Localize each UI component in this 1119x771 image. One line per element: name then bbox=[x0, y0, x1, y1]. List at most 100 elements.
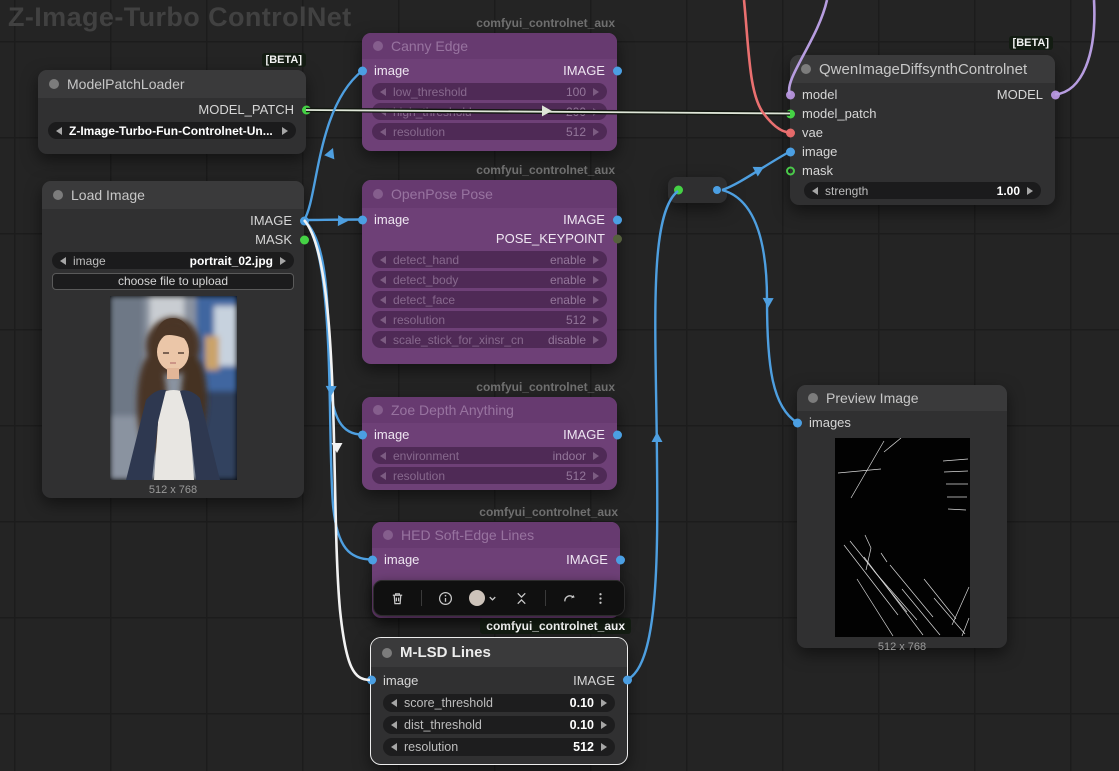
increment-arrow-icon[interactable] bbox=[593, 452, 599, 460]
output-port-mask[interactable] bbox=[300, 235, 309, 244]
output-port-model[interactable] bbox=[1051, 90, 1060, 99]
input-port-vae[interactable] bbox=[786, 128, 795, 137]
info-button[interactable] bbox=[438, 591, 453, 606]
node-canny-edge[interactable]: comfyui_controlnet_aux Canny Edge image … bbox=[362, 33, 617, 151]
resolution-widget[interactable]: resolution 512 bbox=[383, 738, 615, 756]
node-model-patch-loader[interactable]: [BETA] ModelPatchLoader MODEL_PATCH Z-Im… bbox=[38, 70, 306, 154]
detect-face-widget[interactable]: detect_face enable bbox=[372, 291, 607, 308]
detect-body-widget[interactable]: detect_body enable bbox=[372, 271, 607, 288]
decrement-arrow-icon[interactable] bbox=[391, 743, 397, 751]
environment-widget[interactable]: environment indoor bbox=[372, 447, 607, 464]
decrement-arrow-icon[interactable] bbox=[380, 108, 386, 116]
input-port-image[interactable] bbox=[358, 66, 367, 75]
input-label: image bbox=[374, 63, 409, 78]
choose-file-button[interactable]: choose file to upload bbox=[52, 273, 294, 290]
resolution-widget[interactable]: resolution 512 bbox=[372, 311, 607, 328]
increment-arrow-icon[interactable] bbox=[593, 472, 599, 480]
decrement-arrow-icon[interactable] bbox=[380, 128, 386, 136]
output-port-image[interactable] bbox=[613, 430, 622, 439]
node-mlsd-lines[interactable]: comfyui_controlnet_aux M-LSD Lines image… bbox=[370, 637, 628, 765]
resolution-widget[interactable]: resolution 512 bbox=[372, 467, 607, 484]
increment-arrow-icon[interactable] bbox=[593, 88, 599, 96]
decrement-arrow-icon[interactable] bbox=[380, 316, 386, 324]
high-threshold-widget[interactable]: high_threshold 200 bbox=[372, 103, 607, 120]
decrement-arrow-icon[interactable] bbox=[812, 187, 818, 195]
node-openpose-pose[interactable]: comfyui_controlnet_aux OpenPose Pose ima… bbox=[362, 180, 617, 364]
increment-arrow-icon[interactable] bbox=[1027, 187, 1033, 195]
collapse-button[interactable] bbox=[514, 591, 529, 606]
output-port-model-patch[interactable] bbox=[302, 105, 311, 114]
low-threshold-widget[interactable]: low_threshold 100 bbox=[372, 83, 607, 100]
node-title: Canny Edge bbox=[391, 38, 468, 54]
node-status-dot-icon bbox=[49, 79, 59, 89]
delete-button[interactable] bbox=[390, 591, 405, 606]
resolution-widget[interactable]: resolution 512 bbox=[372, 123, 607, 140]
port-row: POSE_KEYPOINT bbox=[362, 229, 617, 248]
input-port-images[interactable] bbox=[793, 418, 802, 427]
input-port-image[interactable] bbox=[367, 676, 376, 685]
decrement-arrow-icon[interactable] bbox=[56, 127, 62, 135]
strength-widget[interactable]: strength 1.00 bbox=[804, 182, 1041, 199]
node-preview-image[interactable]: Preview Image images 512 x 768 bbox=[797, 385, 1007, 648]
output-port-image[interactable] bbox=[300, 216, 309, 225]
input-port-image[interactable] bbox=[358, 215, 367, 224]
decrement-arrow-icon[interactable] bbox=[380, 296, 386, 304]
decrement-arrow-icon[interactable] bbox=[60, 257, 66, 265]
input-port-image[interactable] bbox=[358, 430, 367, 439]
decrement-arrow-icon[interactable] bbox=[380, 472, 386, 480]
increment-arrow-icon[interactable] bbox=[593, 296, 599, 304]
decrement-arrow-icon[interactable] bbox=[391, 699, 397, 707]
reroute-output-port[interactable] bbox=[713, 186, 721, 194]
node-qwen-image-diffsynth-controlnet[interactable]: [BETA] QwenImageDiffsynthControlnet mode… bbox=[790, 55, 1055, 205]
score-threshold-widget[interactable]: score_threshold 0.10 bbox=[383, 694, 615, 712]
decrement-arrow-icon[interactable] bbox=[380, 452, 386, 460]
input-port-model[interactable] bbox=[786, 90, 795, 99]
output-port-pose-keypoint[interactable] bbox=[613, 234, 622, 243]
node-reroute[interactable] bbox=[668, 177, 727, 203]
widget-value: indoor bbox=[553, 449, 586, 463]
increment-arrow-icon[interactable] bbox=[593, 336, 599, 344]
link-vae-in bbox=[744, 0, 790, 133]
output-port-image[interactable] bbox=[623, 676, 632, 685]
output-port-image[interactable] bbox=[616, 555, 625, 564]
image-select-widget[interactable]: image portrait_02.jpg bbox=[52, 252, 294, 269]
selection-toolbar[interactable] bbox=[373, 580, 625, 616]
node-color-button[interactable] bbox=[469, 590, 498, 606]
workflow-title: Z-Image-Turbo ControlNet bbox=[8, 2, 352, 33]
node-status-dot-icon bbox=[383, 530, 393, 540]
increment-arrow-icon[interactable] bbox=[593, 316, 599, 324]
increment-arrow-icon[interactable] bbox=[593, 108, 599, 116]
increment-arrow-icon[interactable] bbox=[601, 699, 607, 707]
input-port-image[interactable] bbox=[368, 555, 377, 564]
increment-arrow-icon[interactable] bbox=[280, 257, 286, 265]
model-name-widget[interactable]: Z-Image-Turbo-Fun-Controlnet-Un... bbox=[48, 122, 296, 139]
input-port-image[interactable] bbox=[786, 147, 795, 156]
node-status-dot-icon bbox=[801, 64, 811, 74]
increment-arrow-icon[interactable] bbox=[601, 721, 607, 729]
node-load-image[interactable]: Load Image IMAGE MASK image portrait_02.… bbox=[42, 181, 304, 498]
increment-arrow-icon[interactable] bbox=[601, 743, 607, 751]
link-reroute-to-preview bbox=[722, 190, 797, 423]
decrement-arrow-icon[interactable] bbox=[380, 336, 386, 344]
increment-arrow-icon[interactable] bbox=[593, 276, 599, 284]
output-port-image[interactable] bbox=[613, 215, 622, 224]
decrement-arrow-icon[interactable] bbox=[380, 276, 386, 284]
reroute-input-port[interactable] bbox=[674, 186, 683, 195]
decrement-arrow-icon[interactable] bbox=[380, 88, 386, 96]
widget-value: 200 bbox=[566, 105, 586, 119]
widget-label: resolution bbox=[393, 313, 445, 327]
increment-arrow-icon[interactable] bbox=[593, 256, 599, 264]
node-zoe-depth-anything[interactable]: comfyui_controlnet_aux Zoe Depth Anythin… bbox=[362, 397, 617, 490]
scale-stick-widget[interactable]: scale_stick_for_xinsr_cn disable bbox=[372, 331, 607, 348]
input-port-model-patch[interactable] bbox=[786, 109, 795, 118]
more-options-button[interactable] bbox=[593, 591, 608, 606]
dist-threshold-widget[interactable]: dist_threshold 0.10 bbox=[383, 716, 615, 734]
refresh-button[interactable] bbox=[562, 591, 577, 606]
increment-arrow-icon[interactable] bbox=[593, 128, 599, 136]
increment-arrow-icon[interactable] bbox=[282, 127, 288, 135]
decrement-arrow-icon[interactable] bbox=[380, 256, 386, 264]
decrement-arrow-icon[interactable] bbox=[391, 721, 397, 729]
input-port-mask[interactable] bbox=[786, 166, 795, 175]
detect-hand-widget[interactable]: detect_hand enable bbox=[372, 251, 607, 268]
output-port-image[interactable] bbox=[613, 66, 622, 75]
